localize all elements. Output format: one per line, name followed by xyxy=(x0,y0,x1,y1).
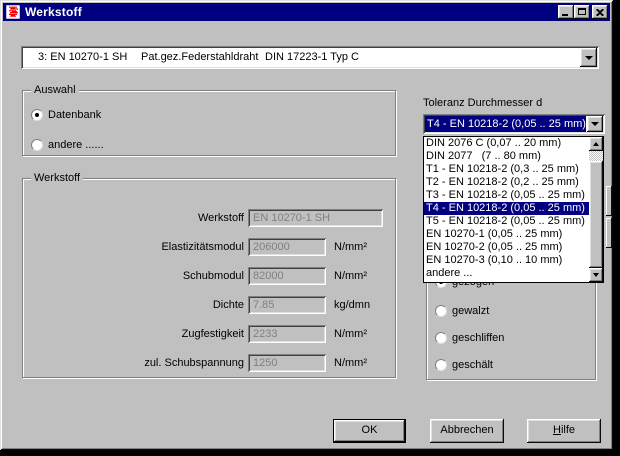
ok-button-label: OK xyxy=(362,424,378,436)
dichte-row: Dichte 7.85 kg/dmn xyxy=(23,296,395,314)
zugfestigkeit-label: Zugfestigkeit xyxy=(23,328,244,340)
zugfestigkeit-row: Zugfestigkeit 2233 N/mm² xyxy=(23,325,395,343)
schubmodul-field[interactable]: 82000 xyxy=(248,267,326,285)
schubspannung-unit: N/mm² xyxy=(334,357,367,369)
elastizitaetsmodul-label: Elastizitätsmodul xyxy=(23,241,244,253)
schubspannung-field[interactable]: 1250 xyxy=(248,354,326,372)
dichte-unit: kg/dmn xyxy=(334,299,370,311)
schubmodul-row: Schubmodul 82000 N/mm² xyxy=(23,267,395,285)
maximize-icon xyxy=(578,8,586,15)
chevron-down-icon xyxy=(591,122,599,126)
maximize-button[interactable] xyxy=(574,5,590,19)
zugfestigkeit-field[interactable]: 2233 xyxy=(248,325,326,343)
help-button-label: ilfe xyxy=(561,424,575,436)
list-item[interactable]: T2 - EN 10218-2 (0,2 .. 25 mm) xyxy=(424,176,589,189)
werkstoff-group: Werkstoff Werkstoff EN 10270-1 SH Elasti… xyxy=(22,178,396,378)
auswahl-group: Auswahl Datenbank andere ...... xyxy=(22,90,396,156)
hidden-control-fragment xyxy=(606,186,612,216)
elastizitaetsmodul-field[interactable]: 206000 xyxy=(248,238,326,256)
toleranz-combobox[interactable]: T4 - EN 10218-2 (0,05 .. 25 mm) xyxy=(423,114,605,134)
list-item[interactable]: EN 10270-1 (0,05 .. 25 mm) xyxy=(424,228,589,241)
cancel-button[interactable]: Abbrechen xyxy=(430,419,504,443)
minimize-icon xyxy=(562,14,568,16)
material-description: Pat.gez.Federstahldraht xyxy=(141,48,265,67)
list-item[interactable]: andere ... xyxy=(424,267,589,280)
radio-unselected-icon xyxy=(435,359,447,371)
toleranz-label: Toleranz Durchmesser d xyxy=(423,97,542,109)
radio-geschaelt[interactable]: geschält xyxy=(435,358,493,372)
schubspannung-label: zul. Schubspannung xyxy=(23,357,244,369)
help-button[interactable]: Hilfe xyxy=(527,419,601,443)
werkstoff-row: Werkstoff EN 10270-1 SH xyxy=(23,209,395,227)
close-icon xyxy=(596,9,604,16)
schubmodul-label: Schubmodul xyxy=(23,270,244,282)
toleranz-dropdown-list: DIN 2076 C (0,07 .. 20 mm) DIN 2077 (7 .… xyxy=(423,136,604,283)
radio-unselected-icon xyxy=(31,139,43,151)
radio-unselected-icon xyxy=(435,332,447,344)
list-item[interactable]: T3 - EN 10218-2 (0,05 .. 25 mm) xyxy=(424,189,589,202)
list-item[interactable]: DIN 2076 C (0,07 .. 20 mm) xyxy=(424,137,589,150)
close-button[interactable] xyxy=(592,5,608,19)
radio-selected-icon xyxy=(31,109,43,121)
werkstoff-field[interactable]: EN 10270-1 SH xyxy=(248,209,383,227)
list-item-highlighted[interactable]: T4 - EN 10218-2 (0,05 .. 25 mm) xyxy=(424,202,589,215)
werkstoff-value: EN 10270-1 SH xyxy=(253,212,330,224)
help-button-accel: H xyxy=(553,424,561,436)
radio-datenbank[interactable]: Datenbank xyxy=(31,108,101,122)
schubmodul-value: 82000 xyxy=(253,270,284,282)
dropdown-scrollbar[interactable] xyxy=(589,137,603,282)
radio-geschliffen-label: geschliffen xyxy=(452,332,504,344)
radio-gewalzt-label: gewalzt xyxy=(452,305,489,317)
list-item[interactable]: T5 - EN 10218-2 (0,05 .. 25 mm) xyxy=(424,215,589,228)
zugfestigkeit-unit: N/mm² xyxy=(334,328,367,340)
material-combobox-text: 3: EN 10270-1 SHPat.gez.FederstahldrahtD… xyxy=(23,48,579,67)
list-item[interactable]: T1 - EN 10218-2 (0,3 .. 25 mm) xyxy=(424,163,589,176)
dichte-field[interactable]: 7.85 xyxy=(248,296,326,314)
schubspannung-value: 1250 xyxy=(253,357,277,369)
dichte-value: 7.85 xyxy=(253,299,274,311)
radio-andere-label: andere ...... xyxy=(48,139,104,151)
chevron-down-icon xyxy=(585,56,593,60)
window-title: Werkstoff xyxy=(25,5,558,19)
radio-geschaelt-label: geschält xyxy=(452,359,493,371)
radio-gewalzt[interactable]: gewalzt xyxy=(435,304,489,318)
cancel-button-label: Abbrechen xyxy=(440,424,493,436)
werkstoff-label: Werkstoff xyxy=(23,212,244,224)
werkstoff-dialog: Werkstoff 3: EN 10270-1 SHPat.gez.Feders… xyxy=(0,0,613,450)
auswahl-group-label: Auswahl xyxy=(31,84,79,96)
material-number-name: 3: EN 10270-1 SH xyxy=(38,48,141,67)
minimize-button[interactable] xyxy=(558,5,574,19)
radio-datenbank-label: Datenbank xyxy=(48,109,101,121)
schubmodul-unit: N/mm² xyxy=(334,270,367,282)
material-norm: DIN 17223-1 Typ C xyxy=(265,51,359,63)
list-item[interactable]: EN 10270-2 (0,05 .. 25 mm) xyxy=(424,241,589,254)
toleranz-combobox-arrow-button[interactable] xyxy=(587,116,603,132)
material-combobox-arrow-button[interactable] xyxy=(580,48,597,67)
elastizitaetsmodul-value: 206000 xyxy=(253,241,290,253)
radio-unselected-icon xyxy=(435,305,447,317)
material-combobox[interactable]: 3: EN 10270-1 SHPat.gez.FederstahldrahtD… xyxy=(21,46,599,69)
elastizitaetsmodul-row: Elastizitätsmodul 206000 N/mm² xyxy=(23,238,395,256)
list-item[interactable]: EN 10270-3 (0,10 .. 10 mm) xyxy=(424,254,589,267)
hidden-control-fragment xyxy=(606,218,612,248)
scroll-down-button[interactable] xyxy=(589,268,603,282)
chevron-up-icon xyxy=(593,142,599,146)
zugfestigkeit-value: 2233 xyxy=(253,328,277,340)
desktop-background: Werkstoff 3: EN 10270-1 SHPat.gez.Feders… xyxy=(0,0,620,456)
scrollbar-thumb[interactable] xyxy=(589,161,603,268)
ok-button[interactable]: OK xyxy=(333,419,406,443)
radio-geschliffen[interactable]: geschliffen xyxy=(435,331,504,345)
scroll-up-button[interactable] xyxy=(589,137,603,151)
titlebar[interactable]: Werkstoff xyxy=(3,3,610,21)
radio-andere[interactable]: andere ...... xyxy=(31,138,104,152)
chevron-down-icon xyxy=(593,273,599,277)
schubspannung-row: zul. Schubspannung 1250 N/mm² xyxy=(23,354,395,372)
dichte-label: Dichte xyxy=(23,299,244,311)
werkstoff-group-label: Werkstoff xyxy=(31,172,83,184)
toleranz-selected-value: T4 - EN 10218-2 (0,05 .. 25 mm) xyxy=(425,116,586,132)
spring-icon[interactable] xyxy=(5,4,21,20)
elastizitaetsmodul-unit: N/mm² xyxy=(334,241,367,253)
list-item[interactable]: DIN 2077 (7 .. 80 mm) xyxy=(424,150,589,163)
